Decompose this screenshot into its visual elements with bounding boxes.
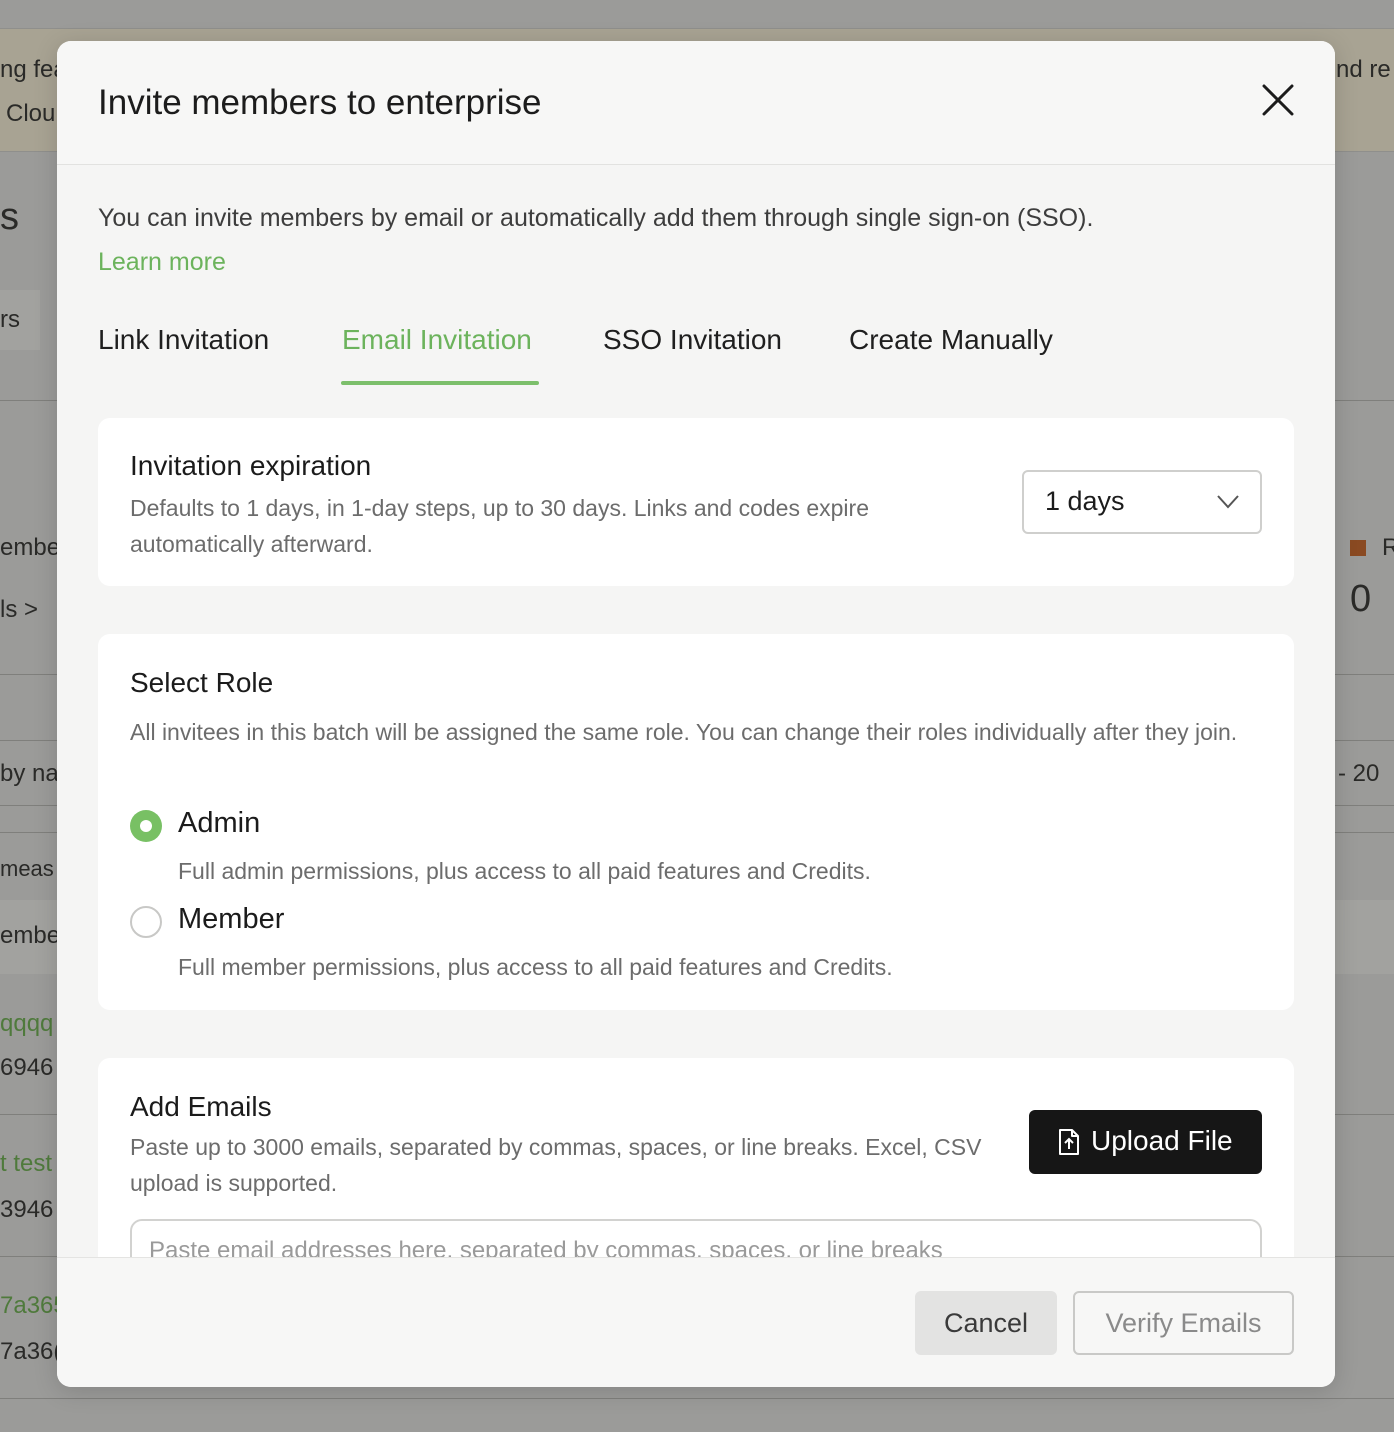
active-tab-indicator — [341, 381, 539, 385]
role-option-label: Admin — [178, 807, 261, 839]
role-option-member[interactable]: Member — [130, 903, 530, 946]
background-search-text: by na — [0, 760, 59, 787]
background-nav-text: rs — [0, 306, 20, 333]
background-legend-swatch — [1350, 540, 1366, 556]
background-column-header: embe — [0, 922, 61, 949]
invite-members-modal: Invite members to enterprise You can inv… — [57, 41, 1335, 1387]
background-row-name: qqqq — [0, 1010, 54, 1037]
modal-header: Invite members to enterprise — [57, 41, 1335, 165]
invitation-tabs: Link Invitation Email Invitation SSO Inv… — [98, 321, 1298, 387]
background-range-text: - 20 — [1338, 760, 1380, 787]
tab-email-invitation[interactable]: Email Invitation — [342, 321, 532, 385]
role-option-admin[interactable]: Admin — [130, 807, 530, 850]
modal-intro: You can invite members by email or autom… — [98, 204, 1094, 232]
background-banner-text: Clou — [6, 100, 56, 127]
background-row-name: t test — [0, 1150, 53, 1177]
add-emails-title: Add Emails — [130, 1091, 272, 1122]
background-heading: s — [0, 196, 19, 238]
tab-create-manually[interactable]: Create Manually — [849, 321, 1053, 385]
radio-unselected-icon — [130, 906, 162, 938]
role-option-description: Full member permissions, plus access to … — [178, 954, 893, 980]
chevron-down-icon — [1217, 495, 1239, 509]
upload-file-button[interactable]: Upload File — [1029, 1110, 1262, 1174]
add-emails-description: Paste up to 3000 emails, separated by co… — [130, 1134, 982, 1196]
close-button[interactable] — [1259, 81, 1297, 119]
background-stat-value: 0 — [1350, 578, 1372, 620]
modal-title: Invite members to enterprise — [98, 83, 542, 122]
tab-sso-invitation[interactable]: SSO Invitation — [603, 321, 782, 385]
expiration-card: Invitation expiration Defaults to 1 days… — [98, 418, 1294, 586]
verify-emails-button[interactable]: Verify Emails — [1073, 1291, 1294, 1355]
background-row-id: 3946 — [0, 1196, 54, 1223]
modal-footer: Cancel Verify Emails — [57, 1257, 1335, 1387]
close-icon — [1262, 84, 1294, 116]
background-details-link: ls > — [0, 596, 39, 623]
role-description: All invitees in this batch will be assig… — [130, 719, 1238, 745]
radio-selected-icon — [130, 810, 162, 842]
upload-file-label: Upload File — [1091, 1125, 1233, 1156]
background-banner-text: nd re — [1336, 56, 1391, 83]
background-column-text: meas — [0, 856, 54, 881]
expiration-select[interactable]: 1 days — [1022, 470, 1262, 534]
expiration-description: Defaults to 1 days, in 1-day steps, up t… — [130, 495, 869, 557]
background-divider — [0, 1398, 1394, 1399]
tab-link-invitation[interactable]: Link Invitation — [98, 321, 269, 385]
cancel-button[interactable]: Cancel — [915, 1291, 1057, 1355]
role-title: Select Role — [130, 667, 274, 698]
file-upload-icon — [1059, 1129, 1079, 1155]
role-option-label: Member — [178, 903, 285, 935]
background-members-label: embe — [0, 534, 61, 561]
background-stat-label: R — [1382, 534, 1394, 561]
role-option-description: Full admin permissions, plus access to a… — [178, 858, 871, 884]
role-card: Select Role All invitees in this batch w… — [98, 634, 1294, 1010]
learn-more-link[interactable]: Learn more — [98, 248, 226, 277]
background-row-id: 6946 — [0, 1054, 54, 1081]
expiration-select-value: 1 days — [1045, 486, 1125, 516]
expiration-title: Invitation expiration — [130, 450, 372, 481]
background-row-id: 7a36( — [0, 1338, 62, 1365]
